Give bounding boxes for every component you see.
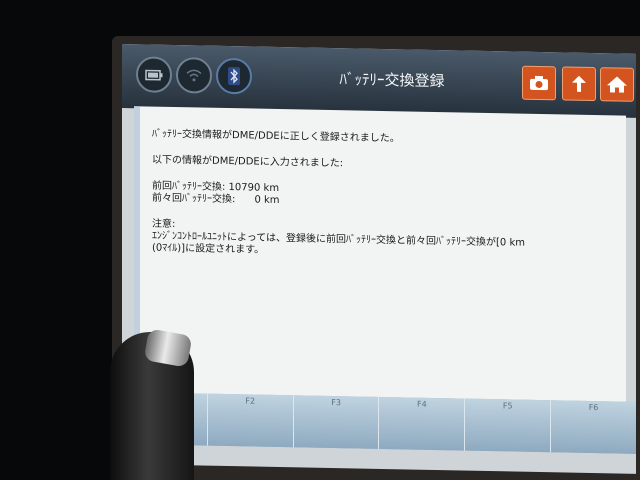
function-key-5[interactable]: F5 bbox=[465, 398, 552, 453]
message-line-input: 以下の情報がDME/DDEに入力されました: bbox=[152, 154, 344, 170]
camera-button[interactable] bbox=[522, 65, 556, 101]
function-key-3[interactable]: F3 bbox=[293, 395, 380, 449]
device-screen: ﾊﾞｯﾃﾘｰ交換登録 ﾊﾞｯﾃﾘｰ交換情報がDME/DDEに正しく登録されました… bbox=[122, 44, 636, 474]
function-key-2[interactable]: F2 bbox=[207, 393, 294, 448]
page-title: ﾊﾞｯﾃﾘｰ交換登録 bbox=[339, 70, 445, 91]
replacement-before-previous: 前々回ﾊﾞｯﾃﾘｰ交換: 0 km bbox=[152, 192, 280, 207]
message-panel: ﾊﾞｯﾃﾘｰ交換情報がDME/DDEに正しく登録されました。 以下の情報がDME… bbox=[134, 106, 626, 422]
battery-icon bbox=[136, 56, 172, 93]
note-title: 注意: bbox=[152, 218, 176, 231]
wifi-icon bbox=[176, 57, 212, 94]
home-button[interactable] bbox=[600, 67, 634, 102]
camera-icon bbox=[530, 75, 548, 91]
function-key-6[interactable]: F6 bbox=[551, 400, 636, 454]
note-line-2: (0ﾏｲﾙ)]に設定されます。 bbox=[152, 242, 265, 256]
status-icons bbox=[136, 56, 252, 95]
home-icon bbox=[607, 76, 627, 93]
bluetooth-icon bbox=[216, 57, 252, 95]
back-icon bbox=[572, 75, 586, 92]
message-line-registered: ﾊﾞｯﾃﾘｰ交換情報がDME/DDEに正しく登録されました。 bbox=[152, 128, 400, 145]
back-button[interactable] bbox=[562, 66, 596, 102]
function-key-bar: F2 F3 F4 F5 F6 bbox=[122, 392, 636, 454]
function-key-4[interactable]: F4 bbox=[379, 396, 466, 451]
